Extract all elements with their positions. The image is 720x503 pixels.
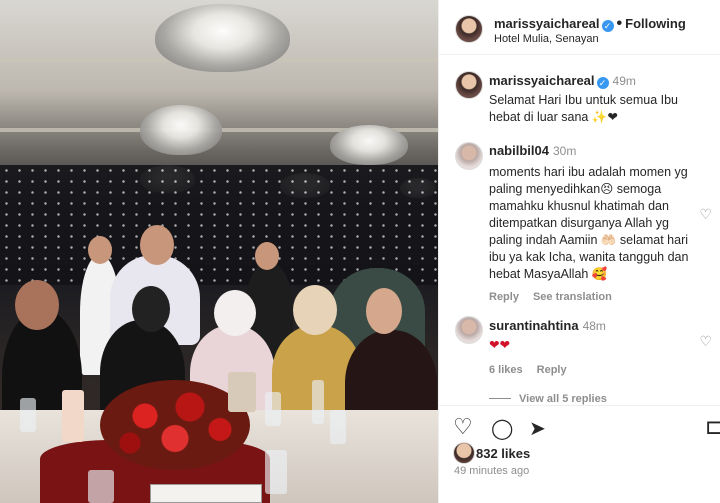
water-bottle [312,380,324,424]
comment-avatar[interactable] [455,142,483,170]
water-bottle [88,470,114,503]
comment-like-heart-icon[interactable]: ♡ [699,333,712,350]
water-bottle [265,450,287,494]
share-paper-plane-icon[interactable]: ➤ [529,416,546,441]
person-head [255,242,279,270]
comment: surantinahtina 48m ❤❤ 6 likes Reply [489,317,694,376]
header-user-line: marissyaichareal ✓ • Following [494,15,686,33]
person-head [132,286,170,332]
candle-holder [62,390,84,442]
water-glass [265,392,281,426]
verified-badge-icon: ✓ [596,77,609,89]
caption-time: 49m [612,74,636,88]
comment-username[interactable]: nabilbil04 [489,143,549,158]
person-head [293,285,337,335]
save-bookmark-icon[interactable]: ⊏ [705,414,720,440]
likes-count[interactable]: 832 likes [476,446,530,461]
chandelier [330,125,408,165]
author-avatar[interactable] [455,15,483,43]
separator-dot: • [616,15,623,32]
chandelier [140,105,222,155]
post-photo[interactable] [0,0,438,503]
like-heart-icon[interactable]: ♡ [453,414,473,440]
starlight-backdrop [0,165,438,285]
view-replies-link[interactable]: View all 5 replies [519,393,607,405]
caption-username[interactable]: marissyaichareal [489,73,595,88]
person-head [366,288,402,334]
comment-bubble-icon[interactable]: ◯ [491,416,513,441]
comment-like-heart-icon[interactable]: ♡ [699,206,712,223]
qr-card [150,484,262,503]
likers-avatar[interactable] [453,442,475,464]
water-glass [20,398,36,432]
lantern [228,372,256,412]
comment-avatar[interactable] [455,316,483,344]
comment-username[interactable]: surantinahtina [489,318,579,333]
comment-text: moments hari ibu adalah momen yg paling … [489,165,689,281]
water-glass [330,410,346,444]
caption-avatar[interactable] [455,71,483,99]
person-head [88,236,112,264]
caption: marissyaichareal ✓ 49m Selamat Hari Ibu un… [489,72,707,126]
post-timestamp[interactable]: 49 minutes ago [454,465,529,477]
comment-time: 30m [552,144,577,158]
comment-likes-link[interactable]: 6 likes [489,364,523,376]
comment: nabilbil04 30m moments hari ibu adalah mo… [489,142,694,303]
person-head [214,290,256,336]
comment-meta: 6 likes Reply [489,364,694,376]
verified-badge-icon: ✓ [601,20,614,32]
location-link[interactable]: Hotel Mulia, Senayan [494,33,599,45]
comment-text: ❤❤ [489,338,510,352]
caption-text: Selamat Hari Ibu untuk semua Ibu hebat d… [489,93,678,124]
replies-line [489,398,511,399]
reply-button[interactable]: Reply [489,291,519,303]
following-button[interactable]: Following [625,16,686,31]
author-username[interactable]: marissyaichareal [494,16,600,31]
person-head [15,280,59,330]
see-translation-link[interactable]: See translation [533,291,612,303]
person-head [140,225,174,265]
post-header: marissyaichareal ✓ • Following Hotel Mulia,… [439,0,720,55]
reply-button[interactable]: Reply [537,364,567,376]
post-side-panel: marissyaichareal ✓ • Following Hotel Mulia,… [438,0,720,503]
comment-time: 48m [582,319,606,333]
comment-meta: Reply See translation [489,291,694,303]
chandelier [155,4,290,72]
